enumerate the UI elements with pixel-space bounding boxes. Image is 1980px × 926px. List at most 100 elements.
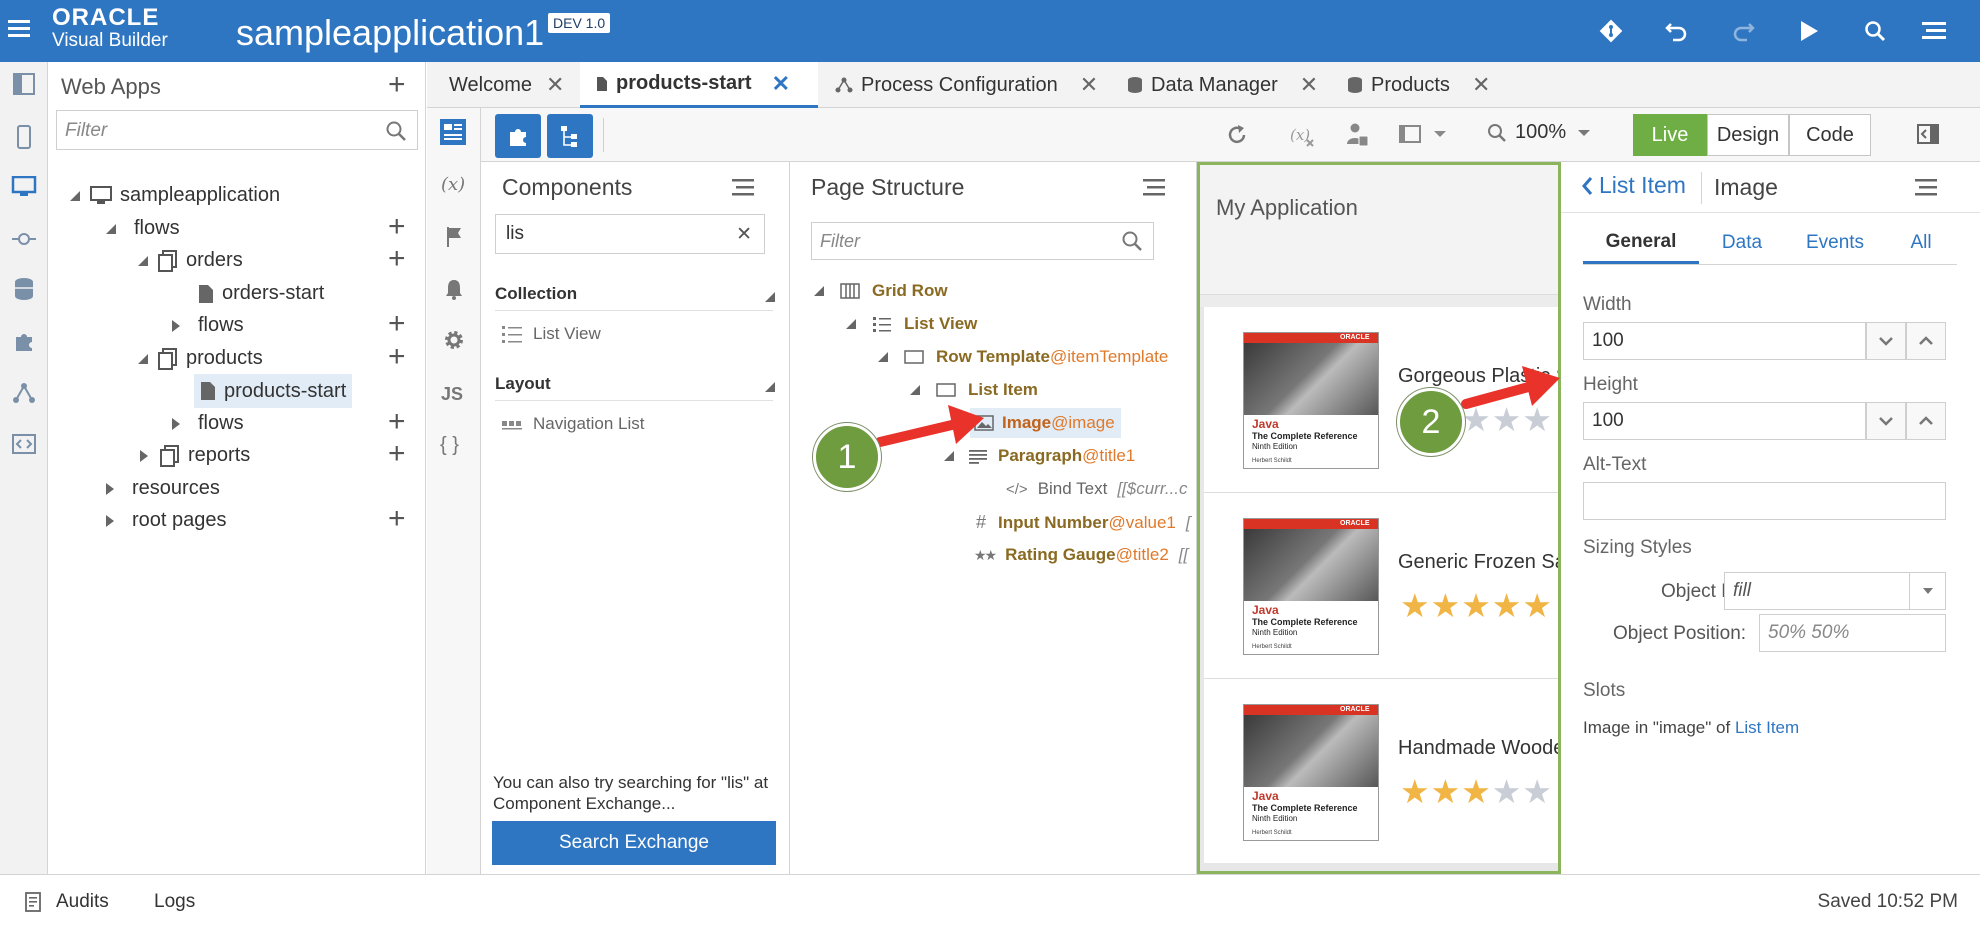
tab-data[interactable]: Data (1699, 222, 1785, 264)
refresh-icon[interactable] (1225, 123, 1249, 147)
tab-products-start[interactable]: products-start ✕ (580, 62, 818, 108)
height-increment-button[interactable] (1906, 402, 1946, 440)
collapse-triangle-icon[interactable] (765, 382, 775, 392)
structure-node-paragraph[interactable]: Paragraph @title1 (944, 446, 1135, 466)
structure-filter-input[interactable]: Filter (811, 222, 1154, 260)
tab-products[interactable]: Products ✕ (1347, 62, 1490, 108)
add-web-app-icon[interactable]: + (388, 70, 406, 100)
collapse-triangle-icon[interactable] (878, 352, 888, 362)
source-view-icon[interactable] (7, 427, 41, 461)
object-position-input[interactable]: 50% 50% (1759, 614, 1946, 652)
collapse-triangle-icon[interactable] (106, 223, 116, 234)
back-to-list-item-link[interactable]: List Item (1581, 172, 1686, 199)
height-input[interactable]: 100 (1583, 402, 1866, 440)
close-icon[interactable]: ✕ (1472, 72, 1490, 98)
flag-icon[interactable] (445, 226, 463, 248)
tab-all[interactable]: All (1885, 222, 1957, 264)
product-list-item[interactable]: ORACLE Java The Complete Reference Ninth Ed… (1204, 679, 1558, 865)
audits-button[interactable]: Audits (24, 891, 109, 913)
structure-node-input-number[interactable]: # Input Number @value1 [ (976, 512, 1191, 533)
rating-gauge[interactable]: ★★★★★ (1400, 589, 1553, 622)
add-reports-icon[interactable]: + (388, 439, 406, 469)
structure-toggle-button[interactable] (547, 114, 593, 158)
close-icon[interactable]: ✕ (772, 71, 790, 97)
collapse-triangle-icon[interactable] (138, 353, 148, 364)
redo-icon[interactable] (1726, 14, 1760, 48)
business-objects-icon[interactable] (7, 272, 41, 306)
overflow-menu-icon[interactable] (1918, 14, 1952, 48)
logs-button[interactable]: Logs (154, 891, 195, 913)
design-mode-button[interactable]: Design (1707, 114, 1789, 156)
tree-node-products-flows[interactable]: flows (172, 412, 244, 435)
structure-node-rating-gauge[interactable]: ★★ Rating Gauge @title2 [[ (974, 545, 1188, 565)
mobile-apps-icon[interactable] (7, 120, 41, 154)
git-icon[interactable] (1594, 14, 1628, 48)
components-search-input[interactable]: lis ✕ (495, 214, 765, 254)
close-icon[interactable]: ✕ (1080, 72, 1098, 98)
live-mode-button[interactable]: Live (1633, 114, 1707, 156)
tree-node-orders-start[interactable]: orders-start (198, 282, 324, 305)
add-products-icon[interactable]: + (388, 342, 406, 372)
json-icon[interactable]: { } (440, 434, 459, 457)
panel-menu-icon[interactable] (732, 178, 756, 198)
settings-gear-icon[interactable] (443, 329, 465, 351)
bell-icon[interactable] (444, 278, 464, 300)
collapse-panel-icon[interactable] (7, 67, 41, 101)
tree-node-resources[interactable]: resources (106, 477, 220, 500)
tree-node-reports[interactable]: reports (140, 444, 250, 467)
search-icon[interactable] (1858, 14, 1892, 48)
user-role-icon[interactable] (1345, 122, 1369, 148)
services-icon[interactable] (7, 222, 41, 256)
section-layout[interactable]: Layout (495, 374, 551, 394)
panel-menu-icon[interactable] (1143, 178, 1167, 198)
add-products-flow-icon[interactable]: + (388, 407, 406, 437)
component-list-view[interactable]: List View (501, 324, 601, 344)
panel-menu-icon[interactable] (1915, 178, 1939, 198)
alt-text-input[interactable] (1583, 482, 1946, 520)
close-icon[interactable]: ✕ (546, 72, 564, 98)
tab-data-manager[interactable]: Data Manager ✕ (1127, 62, 1318, 108)
add-root-page-icon[interactable]: + (388, 504, 406, 534)
structure-node-list-view[interactable]: List View (846, 314, 977, 334)
width-increment-button[interactable] (1906, 322, 1946, 360)
zoom-dropdown[interactable]: 100% (1487, 121, 1592, 144)
variable-binding-icon[interactable]: (x) (1289, 123, 1315, 147)
collapse-triangle-icon[interactable] (814, 286, 824, 296)
tree-node-orders[interactable]: orders (138, 249, 243, 272)
structure-node-list-item[interactable]: List Item (910, 380, 1038, 400)
collapse-triangle-icon[interactable] (138, 255, 148, 266)
tree-node-products[interactable]: products (138, 347, 263, 370)
structure-node-image[interactable]: Image @image (970, 408, 1121, 438)
tree-node-products-start[interactable]: products-start (194, 374, 353, 408)
component-navigation-list[interactable]: Navigation List (501, 414, 645, 434)
expand-triangle-icon[interactable] (172, 417, 180, 430)
expand-triangle-icon[interactable] (106, 514, 114, 527)
process-icon[interactable] (7, 376, 41, 410)
add-orders-flow-icon[interactable]: + (388, 309, 406, 339)
section-collection[interactable]: Collection (495, 284, 577, 304)
device-size-dropdown[interactable] (1399, 124, 1449, 144)
tree-node-orders-flows[interactable]: flows (172, 314, 244, 337)
expand-triangle-icon[interactable] (106, 482, 114, 495)
object-fit-select[interactable]: fill (1724, 572, 1946, 610)
tree-node-root-pages[interactable]: root pages (106, 509, 227, 532)
components-icon[interactable] (7, 324, 41, 358)
tab-events[interactable]: Events (1785, 222, 1885, 264)
tab-general[interactable]: General (1583, 222, 1699, 264)
search-exchange-button[interactable]: Search Exchange (492, 821, 776, 865)
tree-node-flows[interactable]: flows (106, 217, 180, 240)
web-apps-icon[interactable] (7, 170, 41, 204)
slots-list-item-link[interactable]: List Item (1735, 718, 1799, 737)
page-designer-icon[interactable] (439, 118, 469, 148)
structure-node-bind-text[interactable]: </> Bind Text [[$curr...c (1006, 479, 1188, 499)
collapse-triangle-icon[interactable] (910, 385, 920, 395)
expand-triangle-icon[interactable] (172, 319, 180, 332)
width-input[interactable]: 100 (1583, 322, 1866, 360)
variables-icon[interactable]: (x) (441, 174, 465, 195)
web-apps-filter-input[interactable]: Filter (56, 110, 418, 150)
expand-triangle-icon[interactable] (140, 449, 148, 462)
close-icon[interactable]: ✕ (1300, 72, 1318, 98)
undo-icon[interactable] (1660, 14, 1694, 48)
width-decrement-button[interactable] (1866, 322, 1906, 360)
hamburger-menu-icon[interactable] (8, 18, 32, 40)
